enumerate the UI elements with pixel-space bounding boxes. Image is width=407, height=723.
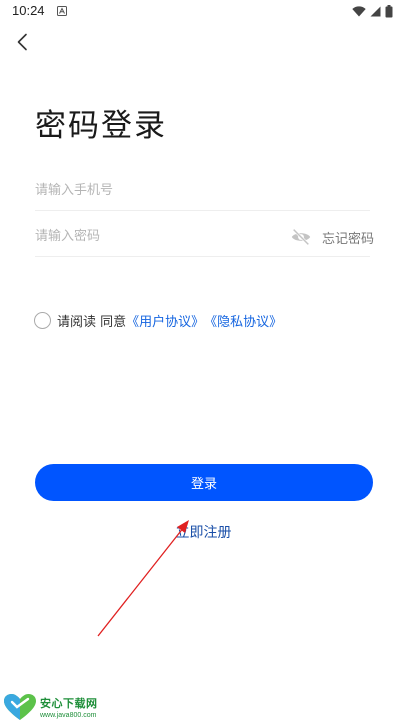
watermark: 安心下载网 www.java800.com: [3, 693, 98, 721]
password-input[interactable]: [35, 217, 275, 255]
privacy-agreement-link[interactable]: 《隐私协议》: [204, 311, 282, 330]
user-agreement-link[interactable]: 《用户协议》: [126, 311, 204, 330]
phone-field: [35, 171, 370, 211]
notification-app-icon: [57, 6, 67, 16]
register-link[interactable]: 立即注册: [0, 522, 407, 542]
forgot-password-link[interactable]: 忘记密码: [322, 228, 374, 247]
battery-icon: [385, 5, 393, 18]
status-time: 10:24: [12, 3, 45, 18]
status-bar: 10:24: [0, 0, 407, 24]
watermark-url: www.java800.com: [40, 712, 97, 719]
login-button[interactable]: 登录: [35, 464, 373, 501]
agreement-checkbox[interactable]: [34, 312, 51, 329]
watermark-title: 安心下载网: [40, 697, 98, 710]
agreement-row: 请阅读 同意 《用户协议》 《隐私协议》: [34, 311, 282, 330]
password-field: 忘记密码: [35, 217, 374, 257]
back-button[interactable]: [10, 30, 34, 54]
signal-icon: [370, 6, 381, 17]
agreement-prefix: 请阅读 同意: [57, 315, 127, 330]
heart-logo-icon: [4, 694, 36, 720]
chevron-left-icon: [17, 33, 27, 51]
status-indicators: [352, 5, 393, 18]
eye-off-icon[interactable]: [290, 226, 312, 248]
wifi-icon: [352, 6, 366, 17]
page-title: 密码登录: [35, 108, 167, 144]
phone-input[interactable]: [35, 171, 275, 209]
